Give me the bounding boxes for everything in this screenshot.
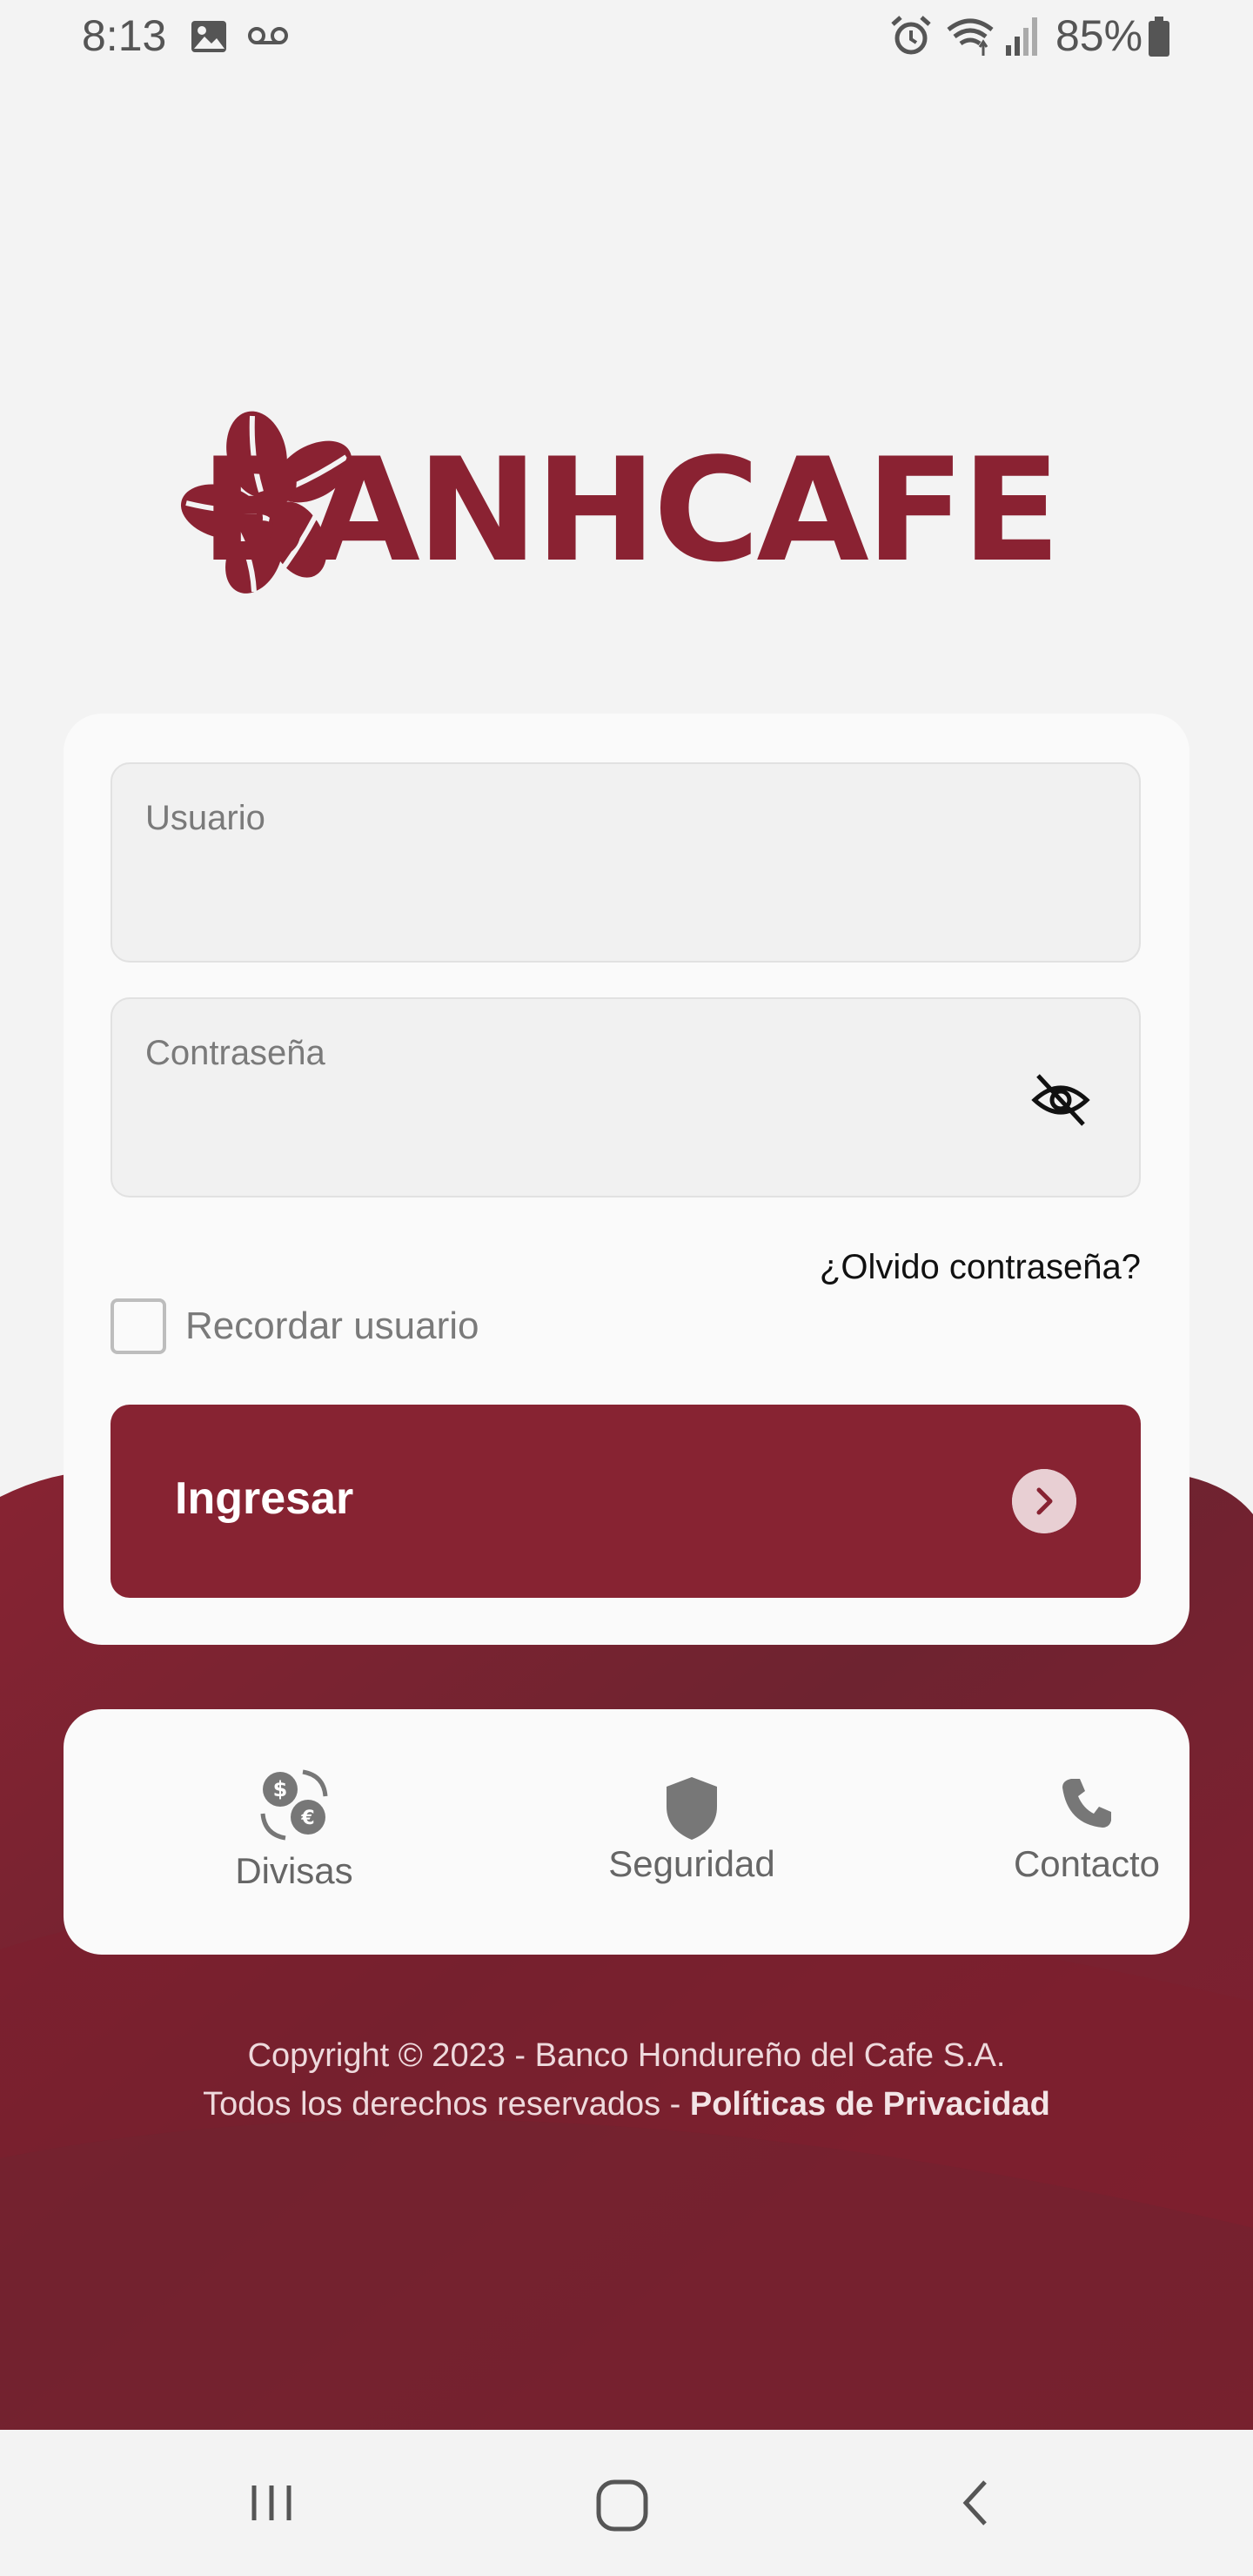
svg-text:$: $ [273, 1777, 288, 1801]
rights-line: Todos los derechos reservados - Política… [0, 2080, 1253, 2129]
phone-icon [1062, 1779, 1111, 1828]
quick-link-divisas[interactable]: $ € Divisas [164, 1709, 425, 1955]
privacy-policy-link[interactable]: Políticas de Privacidad [690, 2086, 1050, 2123]
username-label: Usuario [145, 799, 265, 837]
alarm-icon [891, 16, 931, 55]
login-card: Usuario Contraseña ¿Olvido contraseña? R… [64, 714, 1189, 1645]
remember-label: Recordar usuario [185, 1305, 479, 1347]
currency-exchange-icon: $ € [260, 1769, 328, 1841]
remember-user[interactable]: Recordar usuario [111, 1295, 479, 1358]
voicemail-icon [248, 27, 288, 44]
eye-off-icon[interactable] [1029, 1069, 1092, 1131]
quick-link-label: Divisas [235, 1850, 353, 1891]
recent-apps-icon[interactable] [244, 2475, 299, 2531]
status-time: 8:13 [82, 11, 167, 60]
image-icon [191, 21, 226, 52]
footer: Copyright © 2023 - Banco Hondureño del C… [0, 2031, 1253, 2129]
battery-icon [1149, 17, 1169, 57]
remember-checkbox[interactable] [111, 1298, 166, 1354]
rights-text: Todos los derechos reservados - [203, 2086, 681, 2123]
back-icon[interactable] [948, 2475, 1004, 2531]
quick-links-card: $ € Divisas Seguridad Contacto [64, 1709, 1189, 1955]
login-button-label: Ingresar [175, 1473, 354, 1524]
copyright-text: Copyright © 2023 - Banco Hondureño del C… [247, 2037, 1006, 2074]
svg-text:€: € [300, 1808, 314, 1829]
battery-percentage: 85% [1055, 11, 1143, 60]
signal-icon [1006, 17, 1037, 56]
quick-link-label: Seguridad [608, 1843, 775, 1884]
login-button[interactable]: Ingresar [111, 1405, 1141, 1598]
navigation-bar [0, 2430, 1253, 2576]
forgot-password-link[interactable]: ¿Olvido contraseña? [820, 1248, 1141, 1287]
wifi-icon [947, 18, 994, 56]
chevron-right-icon [1012, 1469, 1076, 1533]
brand-wordmark: BANHCAFE [200, 427, 1061, 594]
status-bar: 8:13 85% [0, 0, 1253, 75]
quick-link-label: Contacto [1013, 1843, 1161, 1884]
quick-link-contacto[interactable]: Contacto [956, 1709, 1217, 1955]
username-field[interactable]: Usuario [111, 762, 1141, 963]
shield-icon [667, 1777, 717, 1840]
quick-link-seguridad[interactable]: Seguridad [561, 1709, 822, 1955]
password-label: Contraseña [145, 1034, 325, 1072]
home-icon[interactable] [592, 2475, 653, 2536]
password-field[interactable]: Contraseña [111, 997, 1141, 1197]
